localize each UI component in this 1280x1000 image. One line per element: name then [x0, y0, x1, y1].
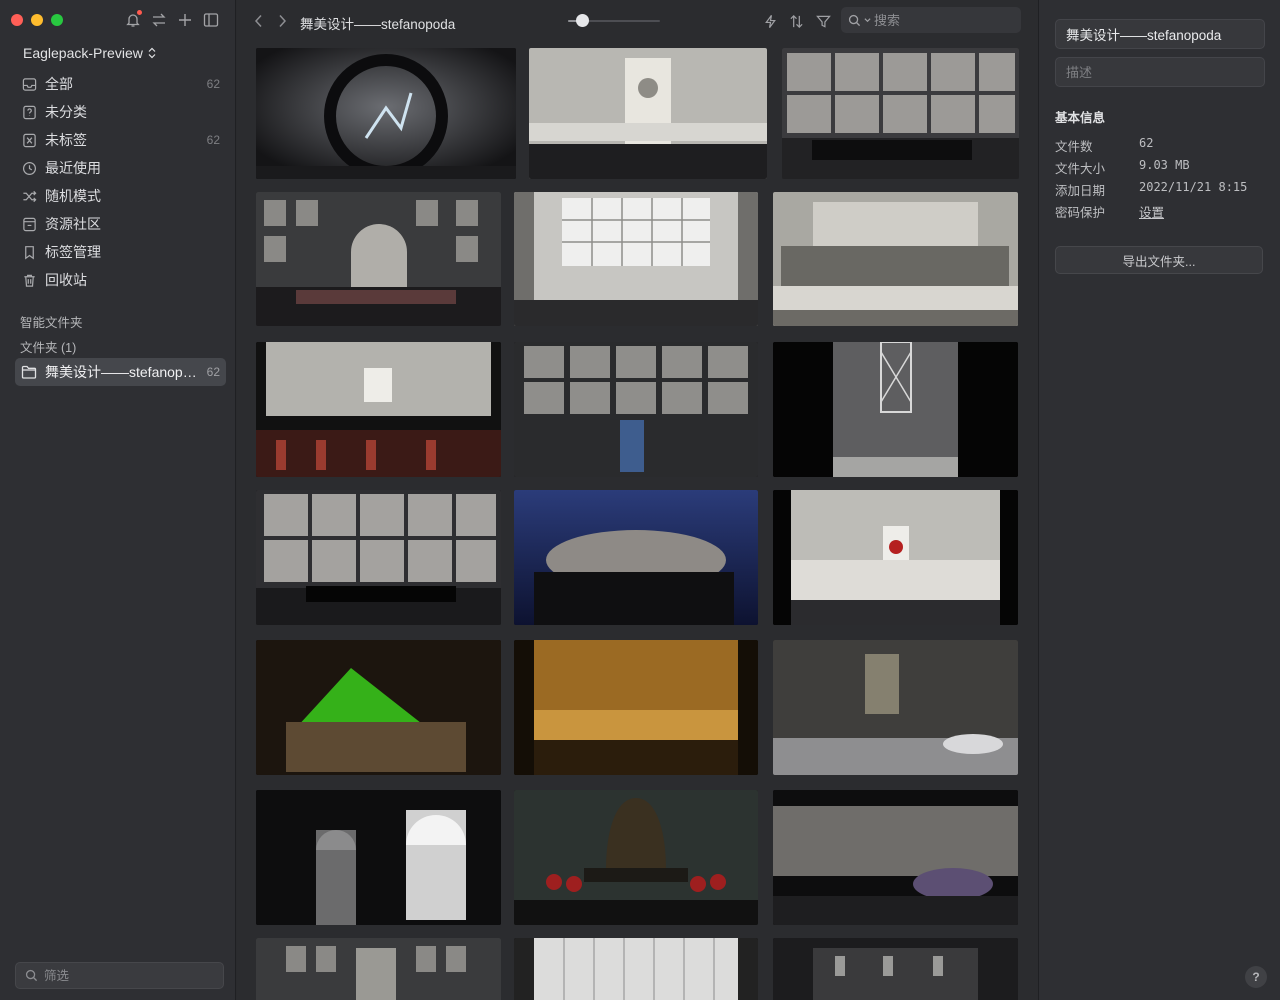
back-button[interactable] — [251, 13, 265, 29]
image-thumbnail[interactable] — [514, 640, 758, 775]
main-area: 舞美设计——stefanopoda — [237, 0, 1038, 1000]
search-box — [841, 7, 1021, 33]
sidebar: Eaglepack-Preview 全部 62 未分类 未标签 62 最近使用 … — [0, 0, 236, 1000]
question-box-icon — [21, 104, 37, 120]
image-thumbnail[interactable] — [514, 790, 758, 925]
community-icon — [21, 216, 37, 232]
folder-name-field[interactable]: 舞美设计——stefanopoda — [1055, 19, 1265, 49]
image-thumbnail[interactable] — [773, 192, 1018, 326]
image-thumbnail[interactable] — [773, 342, 1018, 477]
zoom-slider[interactable] — [568, 14, 660, 27]
toolbar: 舞美设计——stefanopoda — [237, 0, 1038, 42]
chevron-left-icon — [254, 14, 262, 28]
zoom-slider-knob[interactable] — [575, 14, 589, 27]
funnel-icon — [815, 15, 831, 28]
info-row-password: 密码保护 设置 — [1055, 206, 1165, 220]
image-thumbnail[interactable] — [773, 790, 1018, 925]
folder-item-stefanopoda[interactable]: 舞美设计——stefanopoda 62 — [15, 358, 226, 386]
bookmark-icon — [21, 244, 37, 260]
sync-button[interactable] — [150, 10, 168, 30]
image-thumbnail[interactable] — [256, 342, 501, 477]
image-thumbnail[interactable] — [773, 640, 1018, 775]
sidebar-item-community[interactable]: 资源社区 — [15, 210, 226, 238]
clock-icon — [21, 160, 37, 176]
plus-icon — [179, 14, 191, 26]
sidebar-item-trash[interactable]: 回收站 — [15, 266, 226, 294]
search-icon — [25, 969, 38, 982]
breadcrumb: 舞美设计——stefanopoda — [300, 17, 456, 32]
toggle-sidebar-button[interactable] — [202, 10, 220, 30]
lightning-icon — [764, 14, 776, 28]
image-thumbnail[interactable] — [514, 342, 758, 477]
chevron-updown-icon — [148, 47, 156, 59]
filter-button[interactable] — [814, 12, 832, 30]
image-thumbnail[interactable] — [782, 48, 1019, 179]
description-field[interactable] — [1055, 57, 1265, 87]
search-icon — [848, 14, 861, 26]
library-switcher[interactable]: Eaglepack-Preview — [23, 45, 157, 61]
window-controls — [11, 14, 63, 26]
image-thumbnail[interactable] — [773, 490, 1018, 625]
filter-input[interactable] — [44, 968, 204, 983]
image-thumbnail[interactable] — [256, 192, 501, 326]
image-thumbnail[interactable] — [514, 938, 758, 1000]
sidebar-item-random[interactable]: 随机模式 — [15, 182, 226, 210]
image-thumbnail[interactable] — [256, 640, 501, 775]
image-thumbnail[interactable] — [256, 938, 501, 1000]
sidebar-layout-icon — [203, 13, 219, 27]
sidebar-item-tag-manager[interactable]: 标签管理 — [15, 238, 226, 266]
info-row-file-size: 文件大小 9.03 MB — [1055, 158, 1190, 176]
set-password-link[interactable]: 设置 — [1139, 206, 1164, 220]
sidebar-toolbar — [124, 10, 220, 30]
image-thumbnail[interactable] — [514, 490, 758, 625]
sort-arrows-icon — [789, 14, 803, 28]
info-row-file-count: 文件数 62 — [1055, 136, 1154, 154]
folder-label: 舞美设计——stefanopoda — [45, 364, 201, 380]
chevron-down-icon[interactable] — [864, 17, 871, 23]
forward-button[interactable] — [275, 13, 289, 29]
shuffle-icon — [21, 188, 37, 204]
sidebar-nav: 全部 62 未分类 未标签 62 最近使用 随机模式 资源社区 标签管理 回收站 — [15, 70, 226, 294]
library-name: Eaglepack-Preview — [23, 45, 143, 61]
image-thumbnail[interactable] — [514, 192, 758, 326]
inspector-panel: 舞美设计——stefanopoda 基本信息 文件数 62 文件大小 9.03 … — [1038, 0, 1280, 1000]
help-button[interactable]: ? — [1245, 966, 1267, 988]
filter-box — [15, 962, 224, 989]
folder-count: 62 — [206, 365, 220, 379]
image-thumbnail[interactable] — [256, 790, 501, 925]
action-button[interactable] — [761, 12, 779, 30]
info-row-date-added: 添加日期 2022/11/21 8:15 — [1055, 180, 1248, 198]
sort-button[interactable] — [787, 12, 805, 30]
search-input[interactable] — [874, 12, 1014, 28]
trash-icon — [21, 272, 37, 288]
sidebar-item-untagged[interactable]: 未标签 62 — [15, 126, 226, 154]
inbox-icon — [21, 76, 37, 92]
info-section-title: 基本信息 — [1055, 111, 1106, 125]
chevron-right-icon — [278, 14, 286, 28]
close-window-button[interactable] — [11, 14, 23, 26]
minimize-window-button[interactable] — [31, 14, 43, 26]
sidebar-item-all[interactable]: 全部 62 — [15, 70, 226, 98]
sidebar-item-uncategorized[interactable]: 未分类 — [15, 98, 226, 126]
notification-button[interactable] — [124, 10, 142, 30]
maximize-window-button[interactable] — [51, 14, 63, 26]
swap-arrows-icon — [152, 13, 166, 27]
export-folder-button[interactable]: 导出文件夹... — [1055, 246, 1263, 274]
folders-heading[interactable]: 文件夹 (1) — [20, 337, 76, 356]
image-thumbnail[interactable] — [773, 938, 1018, 1000]
image-thumbnail[interactable] — [256, 490, 501, 625]
image-thumbnail[interactable] — [256, 48, 516, 179]
image-grid — [237, 48, 1038, 1000]
smart-folders-heading[interactable]: 智能文件夹 — [20, 312, 83, 331]
add-button[interactable] — [176, 10, 194, 30]
notification-badge — [137, 10, 142, 15]
image-thumbnail[interactable] — [529, 48, 767, 179]
sidebar-item-recent[interactable]: 最近使用 — [15, 154, 226, 182]
untagged-icon — [21, 132, 37, 148]
folder-icon — [21, 364, 37, 380]
